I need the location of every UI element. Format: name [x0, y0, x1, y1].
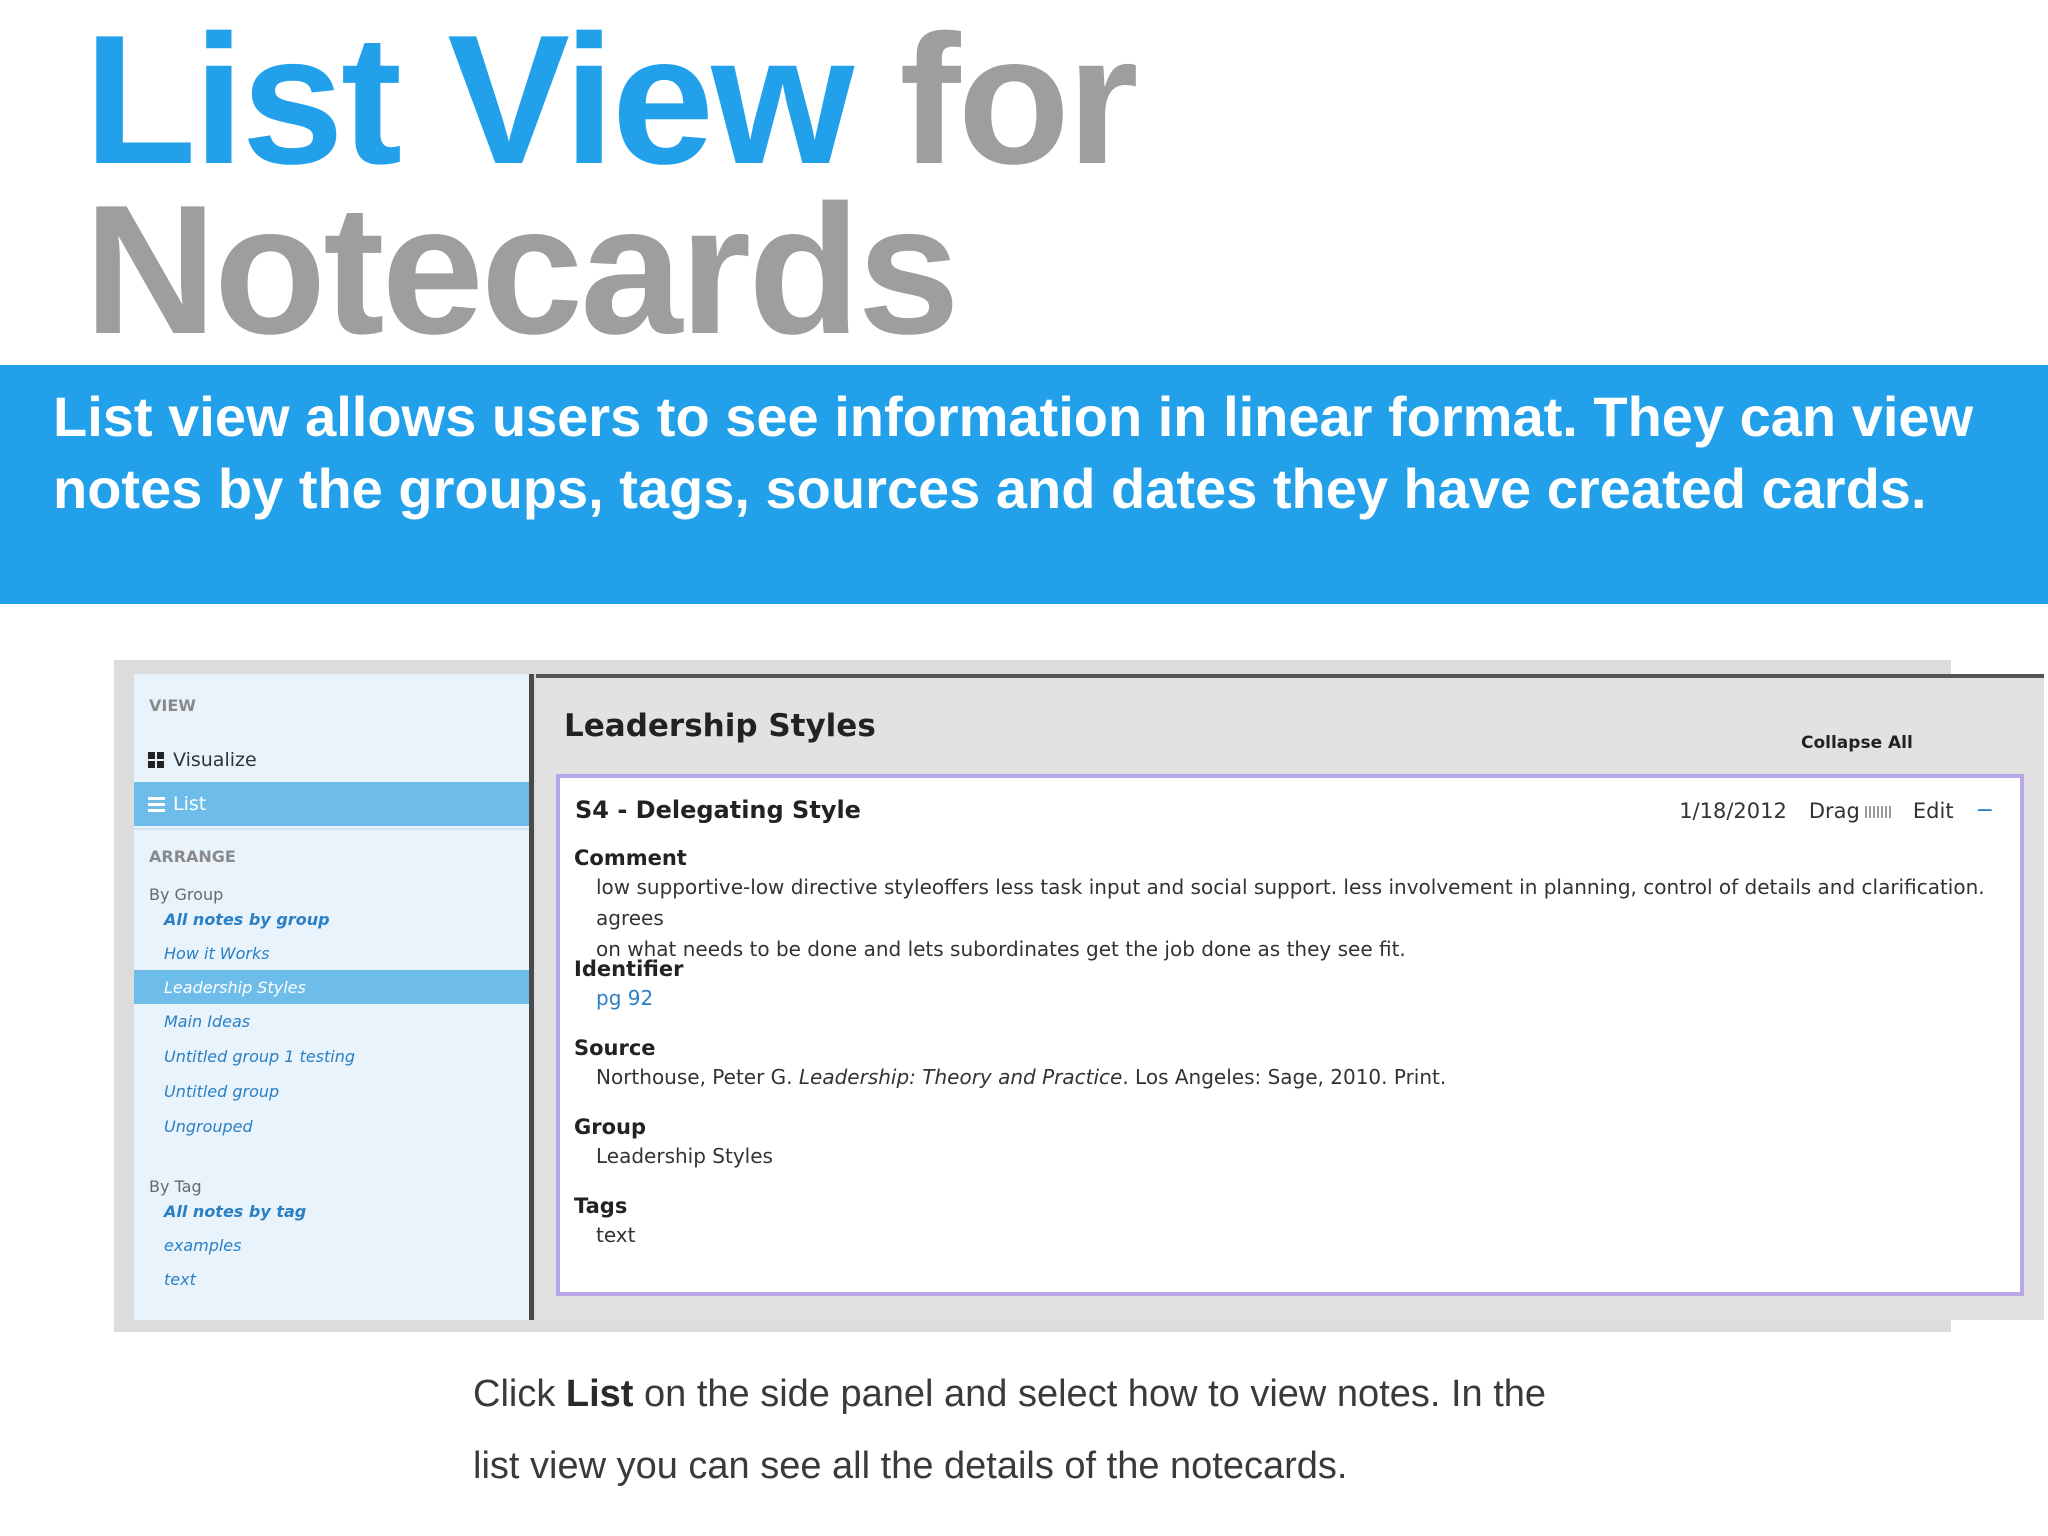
view-heading: VIEW [149, 696, 196, 715]
notecard-title: S4 - Delegating Style [575, 796, 861, 824]
tag-link-examples[interactable]: examples [134, 1228, 529, 1262]
list-icon [148, 796, 165, 813]
group-link-main-ideas[interactable]: Main Ideas [134, 1004, 529, 1038]
identifier-link[interactable]: pg 92 [596, 983, 1996, 1014]
comment-line-2: on what needs to be done and lets subord… [596, 937, 1406, 961]
identifier-label: Identifier [574, 957, 684, 981]
arrange-heading: ARRANGE [149, 847, 236, 866]
banner-text: List view allows users to see informatio… [53, 385, 1974, 520]
notecard-meta: 1/18/2012 Drag Edit − [1679, 798, 1994, 823]
group-link-leadership-styles[interactable]: Leadership Styles [134, 970, 529, 1004]
collapse-card-icon[interactable]: − [1976, 798, 1994, 823]
source-label: Source [574, 1036, 656, 1060]
drag-grip-icon [1864, 805, 1891, 818]
caption-line-1: on the side panel and select how to view… [633, 1373, 1547, 1415]
group-link-untitled-group[interactable]: Untitled group [134, 1074, 529, 1108]
description-banner: List view allows users to see informatio… [0, 365, 2048, 604]
comment-value: low supportive-low directive styleoffers… [596, 872, 1996, 965]
drag-handle[interactable]: Drag [1809, 799, 1891, 823]
tags-label: Tags [574, 1194, 628, 1218]
caption-bold-list: List [565, 1373, 634, 1415]
drag-label: Drag [1808, 798, 1860, 823]
group-title: Leadership Styles [564, 708, 876, 744]
tag-link-all-notes[interactable]: All notes by tag [134, 1194, 529, 1228]
title-second-line: Notecards [84, 166, 960, 372]
comment-label: Comment [574, 846, 687, 870]
collapse-all-button[interactable]: Collapse All [1801, 733, 1913, 753]
page-title: List View for Notecards [84, 7, 1139, 361]
group-link-ungrouped[interactable]: Ungrouped [134, 1109, 529, 1143]
tags-value: text [596, 1223, 636, 1247]
app-screenshot: VIEW Visualize List ARRANGE By Group All… [114, 660, 2044, 1332]
caption-line-2: list view you can see all the details of… [473, 1445, 1348, 1487]
source-publisher: . Los Angeles: Sage, 2010. Print. [1122, 1065, 1447, 1089]
comment-line-1: low supportive-low directive styleoffers… [596, 875, 1985, 930]
grid-icon [148, 751, 165, 769]
group-link-untitled-group-1[interactable]: Untitled group 1 testing [134, 1039, 529, 1073]
sidebar-item-label: List [173, 793, 207, 815]
caption-prefix: Click [473, 1373, 566, 1415]
sidebar-divider [134, 828, 529, 830]
group-label: Group [574, 1115, 647, 1139]
group-link-how-it-works[interactable]: How it Works [134, 936, 529, 970]
notecard: S4 - Delegating Style 1/18/2012 Drag Edi… [556, 774, 2024, 1296]
group-link-all-notes[interactable]: All notes by group [134, 902, 529, 936]
sidebar-item-label: Visualize [173, 749, 257, 771]
sidebar-item-visualize[interactable]: Visualize [134, 738, 529, 782]
tag-link-text[interactable]: text [134, 1262, 529, 1296]
instruction-caption: Click List on the side panel and select … [473, 1358, 1773, 1502]
source-value: Northouse, Peter G. Leadership: Theory a… [596, 1062, 1996, 1093]
notecard-date: 1/18/2012 [1679, 798, 1787, 823]
side-panel: VIEW Visualize List ARRANGE By Group All… [134, 674, 534, 1320]
list-view-panel: Leadership Styles Collapse All S4 - Dele… [536, 674, 2044, 1320]
source-author: Northouse, Peter G. [596, 1065, 799, 1089]
group-value: Leadership Styles [596, 1144, 773, 1168]
edit-link[interactable]: Edit [1913, 799, 1954, 823]
source-title: Leadership: Theory and Practice [798, 1065, 1123, 1089]
sidebar-item-list[interactable]: List [134, 782, 529, 826]
